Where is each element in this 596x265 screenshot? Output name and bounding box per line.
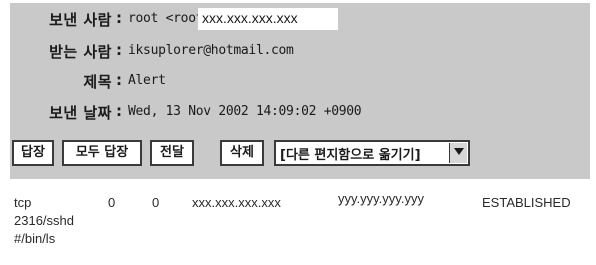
date-value: Wed, 13 Nov 2002 14:09:02 +0900 — [128, 104, 362, 119]
conn-send-q: 0 — [152, 195, 160, 210]
to-row: 받는 사람 : iksuplorer@hotmail.com — [10, 37, 590, 65]
subject-value: Alert — [128, 73, 166, 88]
conn-foreign-address: yyy.yyy.yyy.yyy — [338, 191, 424, 206]
from-row: 보낸 사람 : root <root@ xxx.xxx.xxx.xxx — [10, 5, 590, 33]
process-line: 2316/sshd — [14, 213, 74, 228]
date-separator: : — [116, 102, 122, 120]
to-separator: : — [116, 41, 122, 59]
from-label: 보낸 사람 — [49, 11, 112, 29]
subject-label: 제목 — [83, 73, 112, 91]
date-label: 보낸 날짜 — [49, 104, 112, 122]
to-label: 받는 사람 — [49, 43, 112, 61]
mail-toolbar: 답장 모두 답장 전달 삭제 [다른 편지함으로 옮기기] — [12, 140, 552, 168]
path-line: #/bin/ls — [14, 231, 56, 246]
mail-header-panel: 보낸 사람 : root <root@ xxx.xxx.xxx.xxx 받는 사… — [10, 3, 590, 179]
subject-separator: : — [116, 71, 122, 89]
forward-button[interactable]: 전달 — [150, 140, 194, 166]
move-to-folder-value: [다른 편지함으로 옮기기] — [280, 148, 421, 163]
conn-state: ESTABLISHED — [482, 195, 571, 210]
conn-proto: tcp — [14, 195, 32, 210]
to-value: iksuplorer@hotmail.com — [128, 43, 294, 58]
delete-button[interactable]: 삭제 — [220, 140, 264, 166]
from-separator: : — [116, 9, 122, 27]
conn-recv-q: 0 — [108, 195, 116, 210]
date-row: 보낸 날짜 : Wed, 13 Nov 2002 14:09:02 +0900 — [10, 98, 590, 126]
from-value-highlight: xxx.xxx.xxx.xxx — [202, 10, 298, 26]
chevron-down-icon[interactable] — [449, 143, 467, 163]
reply-button[interactable]: 답장 — [12, 140, 54, 166]
subject-row: 제목 : Alert — [10, 67, 590, 95]
move-to-folder-select[interactable]: [다른 편지함으로 옮기기] — [274, 140, 470, 166]
conn-local-address: xxx.xxx.xxx.xxx — [192, 195, 281, 210]
reply-all-button[interactable]: 모두 답장 — [62, 140, 142, 166]
